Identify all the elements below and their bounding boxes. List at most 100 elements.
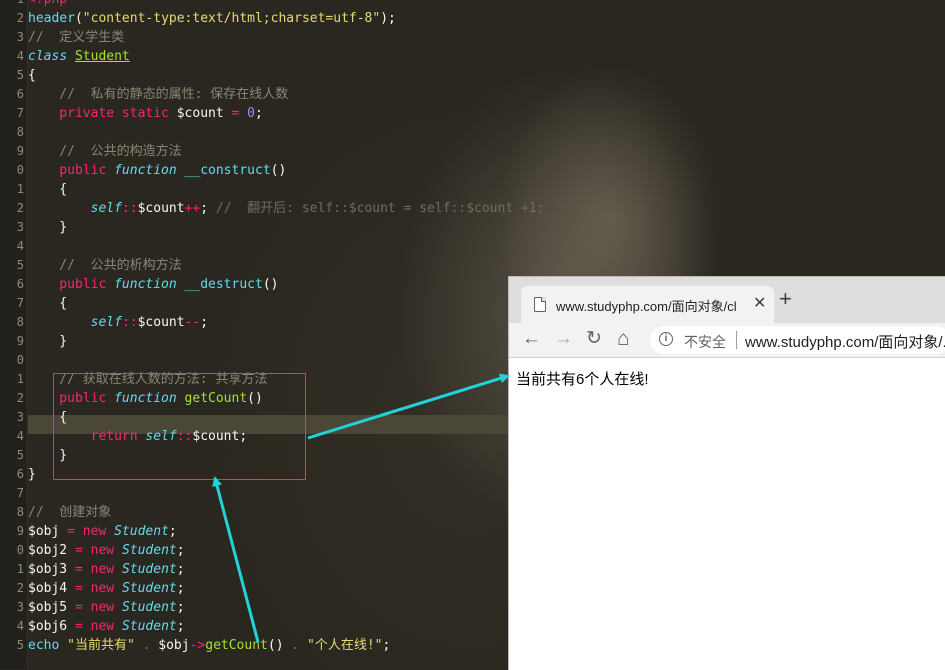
code-token: ; — [200, 201, 216, 216]
code-token: self — [90, 315, 122, 330]
code-line[interactable]: } — [28, 465, 36, 484]
code-token: ; — [200, 315, 209, 330]
code-token: Student — [121, 562, 177, 577]
line-number: 4 — [16, 429, 24, 443]
line-number: 1 — [16, 372, 24, 386]
code-line[interactable]: $obj6 = new Student; — [28, 617, 185, 636]
code-line[interactable]: // 定义学生类 — [28, 28, 124, 47]
info-icon[interactable]: i — [659, 332, 673, 346]
line-number: 1 — [0, 0, 24, 9]
line-number: 5 — [16, 638, 24, 652]
code-line[interactable]: $obj5 = new Student; — [28, 598, 185, 617]
code-line[interactable]: $obj2 = new Student; — [28, 541, 185, 560]
line-number: 6 — [16, 467, 24, 481]
code-token: ; — [176, 619, 185, 634]
code-token: = — [59, 524, 83, 539]
home-icon[interactable]: ⌂ — [617, 327, 630, 351]
browser-tab[interactable]: www.studyphp.com/面向对象/cl ✕ — [521, 286, 774, 323]
code-token: // 定义学生类 — [28, 30, 125, 45]
code-token: ( — [74, 11, 83, 26]
address-separator — [736, 331, 737, 349]
line-number: 5 — [16, 258, 24, 272]
line-number: 4 — [16, 49, 24, 63]
code-line[interactable]: } — [28, 332, 67, 351]
code-token: . — [291, 638, 300, 653]
browser-toolbar: ← → ↻ ⌂ i 不安全 www.studyphp.com/面向对象/... — [509, 323, 945, 358]
code-token: } — [28, 467, 36, 482]
line-number: 7 — [16, 296, 24, 310]
code-line[interactable]: self::$count--; — [28, 313, 208, 332]
code-token: $obj4 — [28, 581, 68, 596]
code-token: new — [90, 600, 122, 615]
code-token: () — [270, 163, 287, 178]
code-line[interactable]: <?php — [28, 0, 67, 9]
close-tab-icon[interactable]: ✕ — [753, 293, 766, 313]
line-number: 5 — [16, 68, 24, 82]
line-number: 4 — [16, 239, 24, 253]
page-icon — [534, 297, 546, 312]
code-line[interactable]: public function __destruct() — [28, 275, 278, 294]
code-line[interactable]: $obj3 = new Student; — [28, 560, 185, 579]
code-token: $count — [137, 201, 185, 216]
code-token: $count — [137, 315, 185, 330]
url-text[interactable]: www.studyphp.com/面向对象/... — [745, 331, 945, 352]
code-token: ; — [176, 562, 185, 577]
forward-icon[interactable]: → — [554, 327, 573, 351]
back-icon[interactable]: ← — [522, 327, 541, 351]
address-bar[interactable]: i 不安全 www.studyphp.com/面向对象/... — [650, 326, 945, 354]
code-token: new — [90, 543, 122, 558]
code-token: __construct — [184, 163, 271, 178]
code-line[interactable]: echo "当前共有" . $obj->getCount() . "个人在线!"… — [28, 636, 390, 655]
line-number: 3 — [16, 410, 24, 424]
code-token: // 翻开后: self::$count = self::$count +1; — [215, 201, 545, 216]
code-token: . — [134, 638, 159, 653]
code-token: { — [28, 182, 68, 197]
code-line[interactable]: // 公共的构造方法 — [28, 142, 181, 161]
line-number: 7 — [16, 106, 24, 120]
code-line[interactable]: { — [28, 180, 67, 199]
code-token: ); — [380, 11, 396, 26]
code-line[interactable]: // 创建对象 — [28, 503, 111, 522]
code-token: // 私有的静态的属性: 保存在线人数 — [28, 87, 289, 102]
code-line[interactable]: // 公共的析构方法 — [28, 256, 181, 275]
code-line[interactable]: self::$count++; // 翻开后: self::$count = s… — [28, 199, 545, 218]
line-number: 2 — [16, 201, 24, 215]
code-line[interactable]: public function __construct() — [28, 161, 286, 180]
code-line[interactable]: private static $count = 0; — [28, 104, 263, 123]
code-line[interactable]: // 私有的静态的属性: 保存在线人数 — [28, 85, 288, 104]
code-line[interactable]: $obj = new Student; — [28, 522, 177, 541]
code-token: getCount — [205, 638, 268, 653]
code-line[interactable]: header("content-type:text/html;charset=u… — [28, 9, 396, 28]
code-token: Student — [121, 600, 177, 615]
code-token: __destruct — [184, 277, 263, 292]
code-token: "当前共有" — [67, 638, 135, 653]
line-number: 4 — [16, 619, 24, 633]
code-line[interactable]: class Student — [28, 47, 130, 66]
code-token: () — [262, 277, 279, 292]
code-token: Student — [121, 543, 177, 558]
line-number: 3 — [16, 220, 24, 234]
code-token: -> — [189, 638, 206, 653]
code-token: { — [28, 296, 68, 311]
new-tab-button[interactable]: + — [779, 287, 792, 311]
code-token: self — [90, 201, 122, 216]
code-token: ++ — [184, 201, 201, 216]
line-number: 8 — [16, 125, 24, 139]
line-number: 1 — [16, 182, 24, 196]
line-number: 2 — [16, 581, 24, 595]
security-label[interactable]: 不安全 — [684, 332, 726, 352]
code-line[interactable]: { — [28, 66, 36, 85]
line-number: 3 — [16, 30, 24, 44]
line-number: 7 — [16, 486, 24, 500]
code-token: $count — [176, 106, 224, 121]
code-token: $obj6 — [28, 619, 68, 634]
line-number: 2 — [16, 11, 24, 25]
browser-window: www.studyphp.com/面向对象/cl ✕ + ← → ↻ ⌂ i 不… — [508, 276, 945, 670]
code-line[interactable]: { — [28, 294, 67, 313]
code-line[interactable]: $obj4 = new Student; — [28, 579, 185, 598]
reload-icon[interactable]: ↻ — [586, 327, 602, 351]
code-line[interactable]: } — [28, 218, 67, 237]
